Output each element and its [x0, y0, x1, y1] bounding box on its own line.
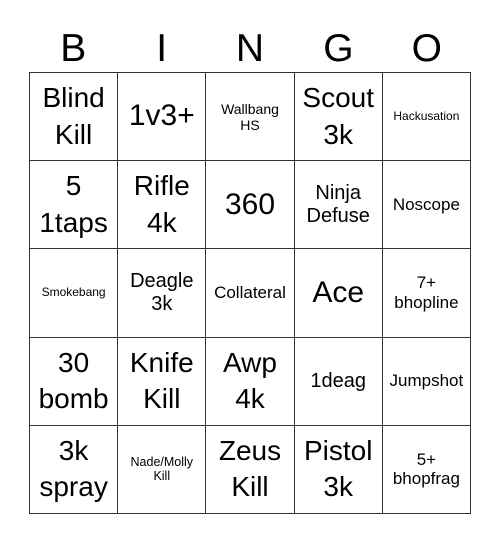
bingo-cell[interactable]: 5 1taps — [30, 161, 119, 250]
bingo-header: B I N G O — [29, 26, 471, 72]
cell-label: Collateral — [214, 283, 286, 303]
bingo-cell[interactable]: Pistol 3k — [294, 425, 383, 514]
bingo-cell[interactable]: Collateral — [206, 249, 295, 338]
cell-label: Hackusation — [393, 108, 460, 123]
cell-label: 7+ bhopline — [394, 273, 459, 312]
cell-label: 3k spray — [39, 435, 108, 503]
cell-label: Knife Kill — [129, 346, 194, 415]
cell-label: Ace — [312, 275, 365, 309]
bingo-cell[interactable]: 1deag — [294, 337, 383, 426]
bingo-cell[interactable]: Awp 4k — [206, 337, 295, 426]
bingo-grid: Blind Kill 1v3+ Wallbang HS Scout 3k Hac… — [29, 72, 471, 514]
cell-label: 5 1taps — [39, 170, 108, 238]
bingo-cell[interactable]: Ninja Defuse — [294, 161, 383, 250]
header-letter-n: N — [235, 27, 265, 70]
header-letter-i: I — [156, 27, 168, 70]
bingo-cell[interactable]: Nade/Molly Kill — [118, 425, 207, 514]
cell-label: Zeus Kill — [218, 435, 282, 503]
bingo-cell[interactable]: 360 — [206, 161, 295, 250]
cell-label: 360 — [224, 187, 276, 221]
bingo-cell[interactable]: Jumpshot — [382, 337, 471, 426]
bingo-cell[interactable]: Scout 3k — [294, 73, 383, 162]
header-letter-b: B — [60, 27, 87, 70]
cell-label: Smokebang — [41, 285, 106, 300]
cell-label: 1deag — [310, 369, 366, 392]
bingo-cell[interactable]: 5+ bhopfrag — [382, 425, 471, 514]
bingo-cell[interactable]: Blind Kill — [30, 73, 119, 162]
cell-label: Wallbang HS — [221, 100, 279, 133]
cell-label: Scout 3k — [302, 82, 374, 150]
cell-label: 30 bomb — [38, 346, 109, 415]
bingo-cell[interactable]: 7+ bhopline — [382, 249, 471, 338]
bingo-cell[interactable]: Knife Kill — [118, 337, 207, 426]
bingo-cell[interactable]: 30 bomb — [30, 337, 119, 426]
cell-label: Blind Kill — [42, 82, 105, 150]
bingo-cell[interactable]: Rifle 4k — [118, 161, 207, 250]
cell-label: Ninja Defuse — [306, 181, 370, 227]
bingo-cell[interactable]: 1v3+ — [118, 73, 207, 162]
bingo-cell[interactable]: Smokebang — [30, 249, 119, 338]
cell-label: Pistol 3k — [303, 435, 373, 503]
cell-label: Awp 4k — [223, 346, 277, 415]
bingo-cell[interactable]: Hackusation — [382, 73, 471, 162]
cell-label: Jumpshot — [389, 371, 464, 391]
bingo-cell[interactable]: Noscope — [382, 161, 471, 250]
bingo-cell[interactable]: Deagle 3k — [118, 249, 207, 338]
bingo-cell[interactable]: Wallbang HS — [206, 73, 295, 162]
header-letter-o: O — [411, 27, 442, 70]
cell-label: 5+ bhopfrag — [392, 449, 460, 489]
cell-label: 1v3+ — [128, 99, 195, 133]
bingo-cell[interactable]: Ace — [294, 249, 383, 338]
bingo-cell[interactable]: 3k spray — [30, 425, 119, 514]
bingo-cell[interactable]: Zeus Kill — [206, 425, 295, 514]
cell-label: Deagle 3k — [130, 269, 194, 315]
cell-label: Nade/Molly Kill — [130, 455, 194, 484]
cell-label: Noscope — [392, 195, 460, 215]
cell-label: Rifle 4k — [133, 170, 190, 238]
header-letter-g: G — [323, 27, 354, 70]
